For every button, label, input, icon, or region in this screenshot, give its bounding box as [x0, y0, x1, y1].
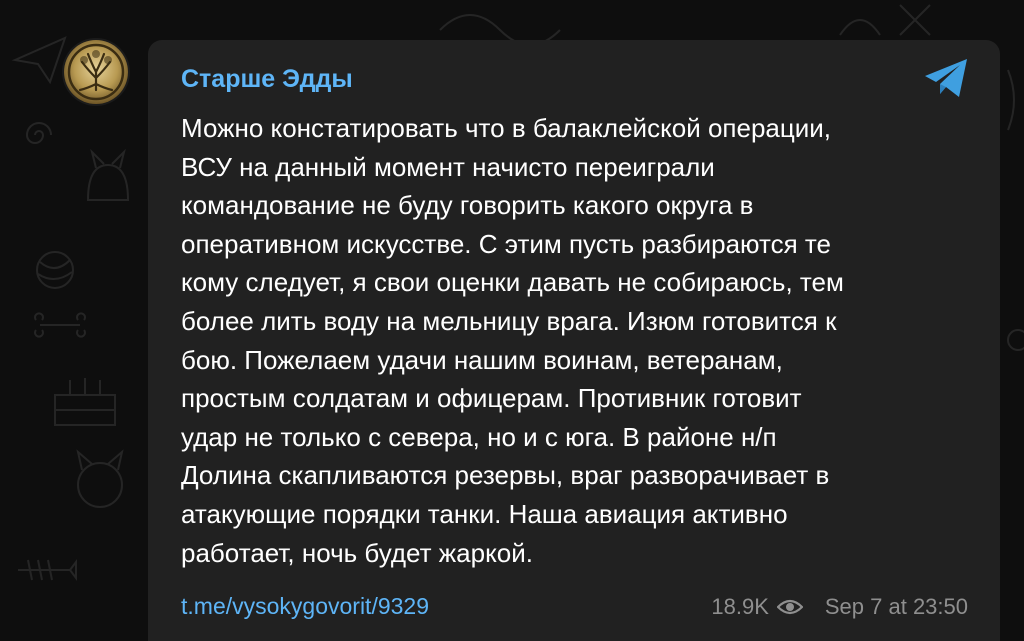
telegram-share-icon: [925, 59, 967, 97]
message-meta: 18.9K Sep 7 at 23:50: [711, 594, 968, 620]
message-line: Можно констатировать что в балаклейской …: [181, 113, 832, 143]
top-doodle-icon: [839, 4, 931, 36]
message-line: атакующие порядки танки. Наша авиация ак…: [181, 498, 788, 529]
channel-avatar[interactable]: [64, 40, 128, 104]
message-line: удар не только с севера, но и с юга. В р…: [181, 421, 777, 452]
top-doodle-icon-2: [439, 14, 561, 40]
message-bubble: Старше Эдды Можно констатировать что в б…: [148, 40, 1000, 641]
share-button[interactable]: [922, 56, 970, 100]
message-line: простым солдатам и офицерам. Противник г…: [181, 383, 802, 414]
tree-of-life-avatar-icon: [67, 43, 125, 101]
view-count: 18.9K: [711, 594, 769, 619]
message-line: бою. Пожелаем удачи нашим воинам, ветера…: [181, 344, 783, 375]
cat-doodle-icon: [86, 148, 130, 201]
paper-plane-doodle-icon: [11, 36, 67, 85]
post-link[interactable]: t.me/vysokygovorit/9329: [181, 593, 429, 620]
message-line: Долина скапливаются резервы, враг развор…: [181, 460, 830, 491]
message-text: Можно констатировать что в балаклейской …: [181, 109, 981, 572]
message-line: командование не буду говорить какого окр…: [181, 190, 754, 221]
edge-doodle-icon-2: [1007, 329, 1024, 351]
bone-doodle-icon: [34, 312, 86, 338]
message-line: ВСУ на данный момент начисто переиграли: [181, 151, 715, 182]
message-timestamp: Sep 7 at 23:50: [824, 594, 968, 619]
yarn-ball-doodle-icon: [36, 251, 74, 289]
eye-icon: [776, 599, 803, 615]
message-line: работает, ночь будет жаркой.: [181, 537, 533, 568]
spiral-doodle-icon: [25, 122, 52, 144]
cake-doodle-icon: [54, 378, 116, 426]
channel-name[interactable]: Старше Эдды: [181, 65, 353, 94]
cat-face-doodle-icon: [76, 449, 124, 508]
fish-bone-doodle-icon: [18, 559, 77, 581]
edge-doodle-icon: [1007, 69, 1015, 131]
message-line: более лить воду на мельницу врага. Изюм …: [181, 305, 837, 336]
message-line: оперативном искусстве. С этим пусть разб…: [181, 228, 831, 259]
message-line: кому следует, я свои оценки давать не со…: [181, 267, 844, 298]
